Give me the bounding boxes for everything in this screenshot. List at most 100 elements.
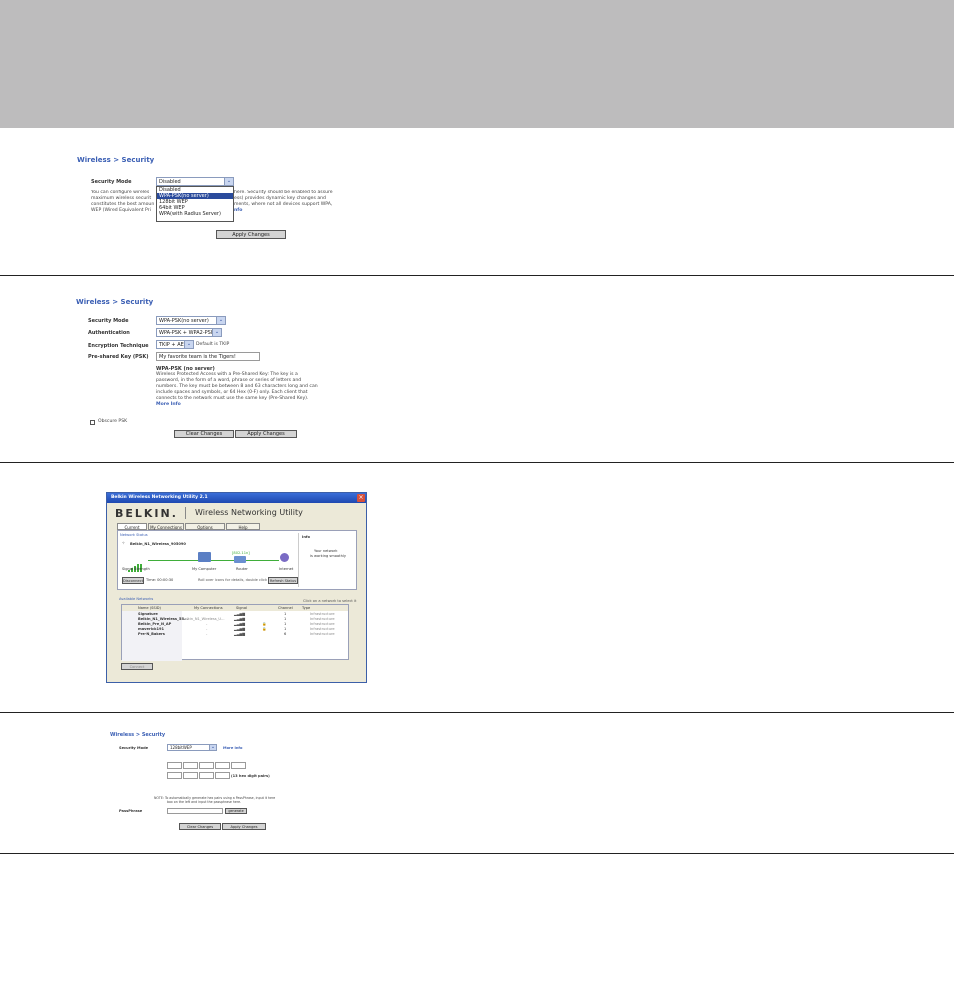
network-channel: 1 <box>284 612 287 616</box>
connect-button[interactable]: Connect <box>121 663 153 670</box>
encryption-label: Encryption Technique <box>88 343 149 349</box>
screenshot-128bit-wep: Wireless > Security Security Mode 128bit… <box>110 728 290 836</box>
chevron-down-icon: ⌄ <box>209 744 216 750</box>
tab-current-status[interactable]: Current Status <box>117 523 147 537</box>
signal-icon: ▂▃▅▆ <box>234 622 246 626</box>
wep-key-input[interactable] <box>215 772 230 779</box>
security-mode-value: WPA-PSK(no server) <box>159 318 209 324</box>
encryption-select[interactable]: TKIP + AES ⌄ <box>156 340 194 349</box>
wep-key-input[interactable] <box>167 772 182 779</box>
security-mode-label: Security Mode <box>119 746 149 750</box>
generate-button[interactable]: generate <box>225 808 247 814</box>
breadcrumb: Wireless > Security <box>77 156 155 164</box>
network-type: Infrastructure <box>310 617 335 621</box>
header-band <box>0 0 954 128</box>
connected-ssid: Belkin_N1_Wireless_905090 <box>130 542 186 546</box>
wep-key-input[interactable] <box>183 772 198 779</box>
dropdown-option[interactable]: WPA(with Radius Server) <box>157 211 233 217</box>
description-line: ments, where not all devices support WPA… <box>234 202 333 207</box>
security-mode-label: Security Mode <box>91 179 132 185</box>
column-header[interactable]: Signal <box>236 606 247 610</box>
available-networks-label: Available Networks <box>119 597 154 601</box>
security-mode-select[interactable]: Disabled ⌄ <box>156 177 234 186</box>
apply-changes-button[interactable]: Apply Changes <box>216 230 286 239</box>
network-channel: 1 <box>284 617 287 621</box>
psk-input[interactable]: My favorite team is the Tigers! <box>156 352 260 361</box>
logo-divider <box>185 507 186 519</box>
obscure-psk-checkbox[interactable] <box>90 420 95 425</box>
column-header[interactable]: Type <box>302 606 310 610</box>
divider <box>298 533 299 587</box>
wep-key-input[interactable] <box>199 762 214 769</box>
wep-key-input[interactable] <box>167 762 182 769</box>
breadcrumb: Wireless > Security <box>76 298 154 306</box>
security-mode-select[interactable]: 128bitWEP ⌄ <box>167 744 217 751</box>
passphrase-label: PassPhrase <box>119 809 143 813</box>
ssid-icon: ⊹ <box>122 541 126 545</box>
tab-options[interactable]: Options <box>185 523 225 530</box>
wep-key-input[interactable] <box>215 762 230 769</box>
psk-label: Pre-shared Key (PSK) <box>88 354 149 360</box>
column-header[interactable]: Name (SSID) <box>138 606 161 610</box>
computer-icon[interactable] <box>198 552 211 562</box>
help-text: Wireless Protected Access with a Pre-Sha… <box>156 372 322 408</box>
network-connection: - <box>206 622 208 626</box>
tab-my-connections[interactable]: My Connections <box>148 523 184 530</box>
security-mode-label: Security Mode <box>88 318 129 324</box>
security-mode-dropdown[interactable]: Disabled WPA-PSK(no server) 128bit WEP 6… <box>156 186 234 222</box>
table-row[interactable]: Pre-N_Bakers - ▂▃▅▆ 6 Infrastructure <box>122 632 348 637</box>
column-header[interactable]: Channel <box>278 606 293 610</box>
globe-icon[interactable] <box>280 553 289 562</box>
security-mode-value: Disabled <box>159 179 181 185</box>
network-name: Belkin_Pre_N_AP <box>138 622 172 626</box>
wep-key-input[interactable] <box>231 762 246 769</box>
divider <box>0 462 954 463</box>
authentication-label: Authentication <box>88 330 130 336</box>
router-icon[interactable] <box>234 556 246 563</box>
disconnect-button[interactable]: Disconnect <box>122 577 144 584</box>
obscure-psk-label: Obscure PSK <box>98 419 128 424</box>
network-name: Belkin_N1_Wireless_55... <box>138 617 188 621</box>
divider <box>0 712 954 713</box>
more-info-link[interactable]: nfo <box>234 208 346 214</box>
passphrase-input[interactable] <box>167 808 223 814</box>
node-label-router: Router <box>236 567 248 571</box>
network-rows: Signature ▂▃▅▆ 1 Infrastructure Belkin_N… <box>122 612 348 637</box>
network-connection: - <box>206 627 208 631</box>
more-info-link[interactable]: More Info <box>156 402 322 408</box>
clear-changes-button[interactable]: Clear Changes <box>174 430 234 438</box>
wep-key-input[interactable] <box>199 772 214 779</box>
note-line: box on the left and input the passphrase… <box>167 800 242 804</box>
authentication-select[interactable]: WPA-PSK + WPA2-PSK ⌄ <box>156 328 222 337</box>
refresh-status-button[interactable]: Refresh Status <box>268 577 298 584</box>
tab-help[interactable]: Help <box>226 523 260 530</box>
available-hint: Click on a network to select it <box>303 599 357 603</box>
network-type: Infrastructure <box>310 622 335 626</box>
network-channel: 6 <box>284 632 287 636</box>
hex-note: (13 hex digit pairs) <box>231 774 270 778</box>
chevron-down-icon: ⌄ <box>224 178 233 185</box>
network-channel: 1 <box>284 622 287 626</box>
signal-icon: ▂▃▅▆ <box>234 632 246 636</box>
apply-changes-button[interactable]: Apply Changes <box>235 430 297 438</box>
apply-changes-button[interactable]: Apply Changes <box>222 823 266 830</box>
description-left: You can configure wireles maximum wirele… <box>91 190 157 214</box>
close-icon[interactable]: × <box>357 494 365 502</box>
wep-key-input[interactable] <box>183 762 198 769</box>
encryption-note: Default is TKIP <box>196 342 230 347</box>
network-name: maverick191 <box>138 627 164 631</box>
lock-icon: 🔒 <box>262 627 267 631</box>
chevron-down-icon: ⌄ <box>212 329 221 336</box>
column-header[interactable]: My Connections <box>194 606 223 610</box>
connection-time: Time: 00:00:30 <box>146 578 174 582</box>
screenshot-security-disabled: Wireless > Security Security Mode Disabl… <box>76 150 346 258</box>
more-info-link[interactable]: More Info <box>223 746 242 750</box>
window-title: Belkin Wireless Networking Utility 2.1 <box>107 493 366 503</box>
chevron-down-icon: ⌄ <box>184 341 193 348</box>
signal-icon: ▂▃▅▆ <box>234 612 246 616</box>
signal-icon: ▂▃▅▆ <box>234 627 246 631</box>
node-label-computer: My Computer <box>192 567 217 571</box>
security-mode-select[interactable]: WPA-PSK(no server) ⌄ <box>156 316 226 325</box>
belkin-logo: BELKIN. <box>115 507 178 520</box>
clear-changes-button[interactable]: Clear Changes <box>179 823 221 830</box>
